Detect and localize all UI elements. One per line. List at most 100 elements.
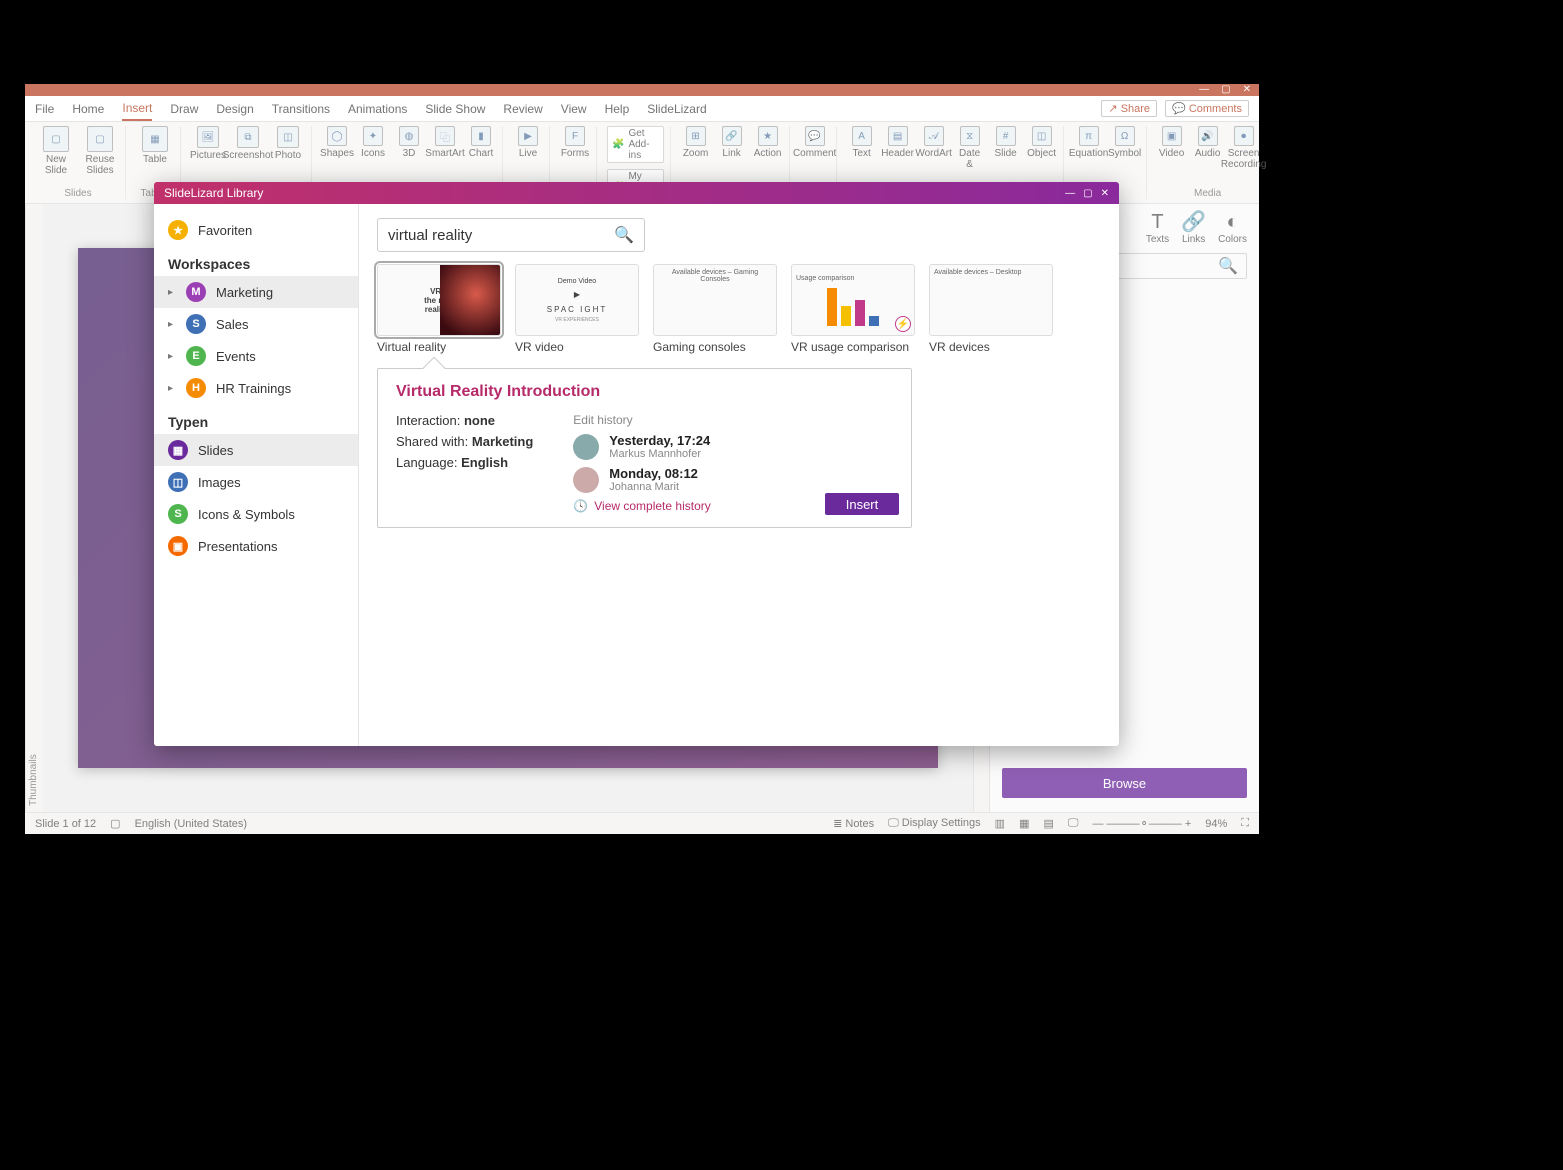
sidebar-item-images[interactable]: ◫ Images	[154, 466, 358, 498]
sidebar-item-events[interactable]: ▸ E Events	[154, 340, 358, 372]
share-button[interactable]: ↗ Share	[1101, 100, 1157, 117]
edit-history-heading: Edit history	[573, 413, 710, 427]
zoom-button[interactable]: ⊞Zoom	[681, 126, 711, 159]
video-button[interactable]: ▣Video	[1157, 126, 1187, 159]
symbols-icon: S	[168, 504, 188, 524]
modal-minimize-icon[interactable]: —	[1065, 188, 1075, 199]
comments-button[interactable]: 💬 Comments	[1165, 100, 1249, 117]
sidebar-item-label: Presentations	[198, 539, 278, 554]
tab-view[interactable]: View	[561, 102, 587, 116]
reuse-slides-button[interactable]: ▢Reuse Slides	[81, 126, 119, 176]
thumbnails-rail[interactable]: Thumbnails	[25, 204, 43, 812]
3d-button[interactable]: ◍3D	[394, 126, 424, 159]
pane-tab-texts[interactable]: TTexts	[1146, 212, 1169, 245]
forms-button[interactable]: FForms	[560, 126, 590, 159]
result-caption: Virtual reality	[377, 340, 501, 354]
notes-button[interactable]: ≣ Notes	[833, 817, 874, 830]
result-card-vr-video[interactable]: Demo Video ▶ SPAC IGHT VR EXPERIENCES VR…	[515, 264, 639, 354]
sidebar-item-sales[interactable]: ▸ S Sales	[154, 308, 358, 340]
view-slideshow-icon[interactable]: 🖵	[1068, 817, 1079, 830]
wordart-button[interactable]: 𝒜WordArt	[919, 126, 949, 159]
zoom-level[interactable]: 94%	[1205, 818, 1227, 830]
modal-close-icon[interactable]: ✕	[1101, 188, 1109, 199]
comment-button[interactable]: 💬Comment	[800, 126, 830, 159]
accessibility-icon[interactable]: ▢	[110, 817, 120, 830]
view-normal-icon[interactable]: ▥	[995, 817, 1005, 830]
sidebar-item-slides[interactable]: ▦ Slides	[154, 434, 358, 466]
sidebar-item-presentations[interactable]: ▣ Presentations	[154, 530, 358, 562]
modal-main: 🔍 VR –the newreality? Virtual reality De…	[359, 204, 1119, 746]
smartart-button[interactable]: ⿻SmartArt	[430, 126, 460, 159]
library-search[interactable]: 🔍	[377, 218, 645, 252]
presentations-icon: ▣	[168, 536, 188, 556]
sidebar-item-icons-symbols[interactable]: S Icons & Symbols	[154, 498, 358, 530]
result-card-virtual-reality[interactable]: VR –the newreality? Virtual reality	[377, 264, 501, 354]
library-search-input[interactable]	[388, 227, 608, 244]
browse-button[interactable]: Browse	[1002, 768, 1247, 798]
tab-draw[interactable]: Draw	[170, 102, 198, 116]
tab-insert[interactable]: Insert	[122, 101, 152, 121]
photo-button[interactable]: ◫Photo	[271, 126, 305, 161]
search-icon[interactable]: 🔍	[614, 225, 634, 245]
new-slide-button[interactable]: ▢New Slide	[37, 126, 75, 176]
screenshot-button[interactable]: ⧉Screenshot	[231, 126, 265, 161]
view-complete-history-link[interactable]: 🕓 View complete history	[573, 499, 710, 513]
zoom-slider[interactable]: — ———⚬——— +	[1093, 817, 1192, 830]
insert-button[interactable]: Insert	[825, 493, 899, 515]
detail-interaction: Interaction: none	[396, 413, 533, 428]
shapes-button[interactable]: ◯Shapes	[322, 126, 352, 159]
tab-home[interactable]: Home	[72, 102, 104, 116]
action-button[interactable]: ★Action	[753, 126, 783, 159]
display-settings-button[interactable]: 🖵 Display Settings	[888, 817, 981, 830]
equation-button[interactable]: πEquation	[1074, 126, 1104, 159]
tab-file[interactable]: File	[35, 102, 54, 116]
table-button[interactable]: ▦Table	[136, 126, 174, 165]
result-caption: VR usage comparison	[791, 340, 915, 354]
get-addins-button[interactable]: 🧩 Get Add-ins	[607, 126, 664, 163]
result-card-gaming-consoles[interactable]: Available devices – Gaming Consoles Gami…	[653, 264, 777, 354]
sidebar-item-hr-trainings[interactable]: ▸ H HR Trainings	[154, 372, 358, 404]
audio-button[interactable]: 🔊Audio	[1193, 126, 1223, 159]
maximize-icon[interactable]: ▢	[1221, 85, 1230, 95]
icons-button[interactable]: ✦Icons	[358, 126, 388, 159]
view-sorter-icon[interactable]: ▦	[1019, 817, 1029, 830]
live-button[interactable]: ▶Live	[513, 126, 543, 159]
result-card-vr-usage[interactable]: Usage comparison ⚡ VR usage comparison	[791, 264, 915, 354]
textbox-button[interactable]: AText	[847, 126, 877, 159]
tab-slideshow[interactable]: Slide Show	[425, 102, 485, 116]
tab-transitions[interactable]: Transitions	[272, 102, 330, 116]
result-caption: VR video	[515, 340, 639, 354]
slidenum-button[interactable]: #Slide	[991, 126, 1021, 159]
pictures-button[interactable]: 🖼Pictures	[191, 126, 225, 161]
workspace-badge-icon: S	[186, 314, 206, 334]
view-reading-icon[interactable]: ▤	[1043, 817, 1053, 830]
link-button[interactable]: 🔗Link	[717, 126, 747, 159]
modal-maximize-icon[interactable]: ▢	[1083, 188, 1092, 199]
detail-shared-with: Shared with: Marketing	[396, 434, 533, 449]
sidebar-item-marketing[interactable]: ▸ M Marketing	[154, 276, 358, 308]
bolt-icon: ⚡	[895, 316, 911, 332]
pane-tab-colors[interactable]: ◐Colors	[1218, 212, 1247, 245]
minimize-icon[interactable]: —	[1199, 85, 1209, 95]
status-bar: Slide 1 of 12 ▢ English (United States) …	[25, 812, 1259, 834]
tab-design[interactable]: Design	[216, 102, 253, 116]
group-label-media: Media	[1194, 188, 1221, 199]
object-button[interactable]: ◫Object	[1027, 126, 1057, 159]
tab-review[interactable]: Review	[503, 102, 542, 116]
screenrec-button[interactable]: ⏺Screen Recording	[1229, 126, 1259, 170]
chevron-right-icon: ▸	[168, 319, 176, 330]
header-button[interactable]: ▤Header	[883, 126, 913, 159]
fit-to-window-icon[interactable]: ⛶	[1241, 817, 1249, 830]
symbol-button[interactable]: ΩSymbol	[1110, 126, 1140, 159]
sidebar-item-favoriten[interactable]: ★ Favoriten	[154, 214, 358, 246]
tab-help[interactable]: Help	[605, 102, 630, 116]
avatar-icon	[573, 467, 599, 493]
result-card-vr-devices[interactable]: Available devices – Desktop VR devices	[929, 264, 1053, 354]
status-language[interactable]: English (United States)	[135, 818, 248, 830]
tab-slidelizard[interactable]: SlideLizard	[647, 102, 706, 116]
chart-button[interactable]: ▮Chart	[466, 126, 496, 159]
pane-tab-links[interactable]: 🔗Links	[1181, 212, 1206, 245]
datetime-button[interactable]: ⧖Date &	[955, 126, 985, 170]
tab-animations[interactable]: Animations	[348, 102, 407, 116]
close-icon[interactable]: ✕	[1243, 85, 1251, 95]
